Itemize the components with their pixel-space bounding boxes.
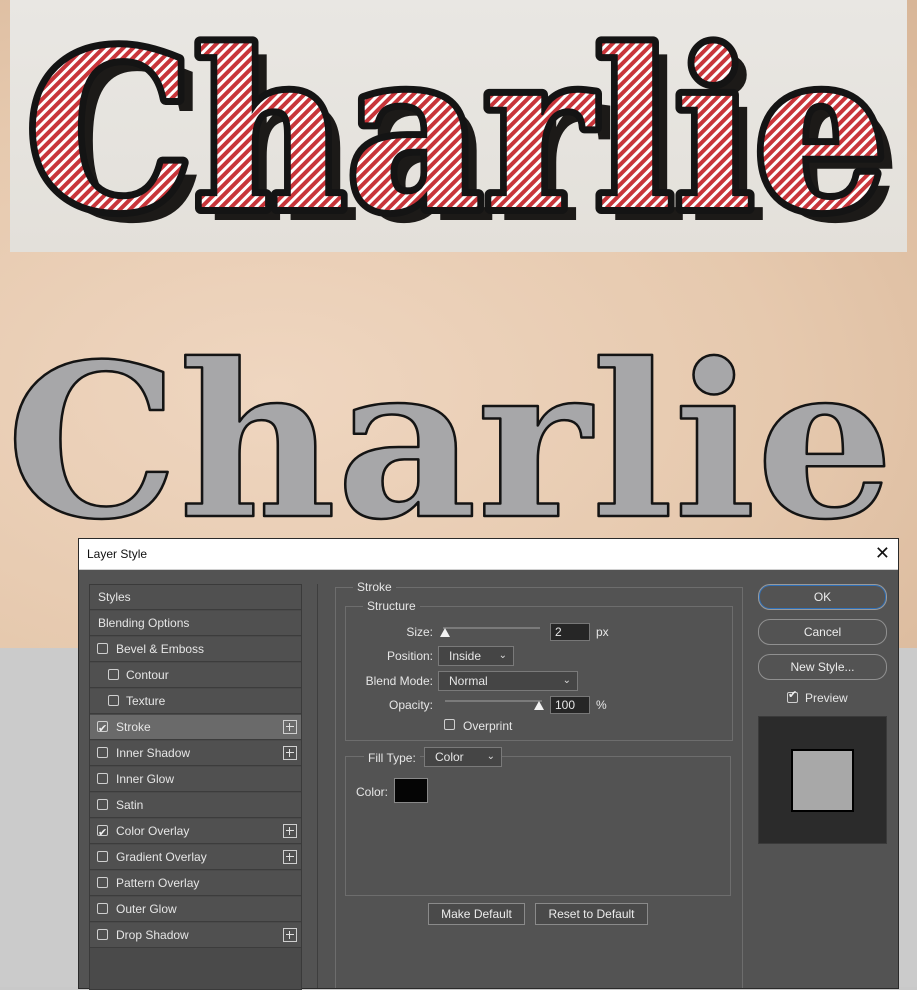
charlie-top-fill: Charlie <box>26 4 888 260</box>
style-item-label: Satin <box>116 798 144 812</box>
style-checkbox[interactable] <box>97 773 108 784</box>
make-default-button[interactable]: Make Default <box>428 903 525 925</box>
size-slider-track[interactable] <box>443 627 540 629</box>
opacity-slider-thumb[interactable] <box>534 701 544 710</box>
opacity-input[interactable]: 100 <box>550 696 590 714</box>
style-checkbox[interactable] <box>97 799 108 810</box>
stroke-section-title: Stroke <box>353 580 396 594</box>
fill-type-label: Fill Type: <box>364 751 420 765</box>
opacity-slider-track[interactable] <box>445 700 542 702</box>
charlie-bottom-text: Charlie <box>6 317 894 540</box>
style-item-texture[interactable]: Texture <box>90 689 301 714</box>
color-label: Color: <box>356 785 389 799</box>
cancel-button[interactable]: Cancel <box>758 619 887 645</box>
style-preview-swatch <box>791 749 854 812</box>
fill-type-group <box>345 756 731 896</box>
style-item-label: Stroke <box>116 720 151 734</box>
style-checkbox[interactable] <box>108 669 119 680</box>
style-item-pattern-overlay[interactable]: Pattern Overlay <box>90 871 301 896</box>
style-item-color-overlay[interactable]: Color Overlay <box>90 819 301 846</box>
reset-to-default-button[interactable]: Reset to Default <box>535 903 648 925</box>
chevron-down-icon: ⌄ <box>486 751 495 762</box>
style-checkbox[interactable] <box>97 903 108 914</box>
blend-mode-label: Blend Mode: <box>365 674 433 688</box>
ok-button[interactable]: OK <box>758 584 887 610</box>
style-item-label: Texture <box>126 694 166 708</box>
style-item-label: Bevel & Emboss <box>116 642 205 656</box>
style-item-label: Inner Shadow <box>116 746 191 760</box>
style-item-contour[interactable]: Contour <box>90 663 301 688</box>
style-checkbox[interactable] <box>108 695 119 706</box>
fill-type-select[interactable]: Color ⌄ <box>424 747 502 767</box>
structure-title: Structure <box>363 599 420 613</box>
add-effect-icon[interactable] <box>283 746 297 760</box>
dialog-titlebar: Layer Style ✕ <box>79 539 898 570</box>
style-item-stroke[interactable]: Stroke <box>90 715 301 742</box>
style-item-gradient-overlay[interactable]: Gradient Overlay <box>90 845 301 870</box>
size-input[interactable]: 2 <box>550 623 590 641</box>
style-preview-thumbnail <box>758 716 887 844</box>
styles-list: Styles Blending Options Bevel & Emboss Cont… <box>89 584 302 990</box>
overprint-checkbox[interactable] <box>444 719 455 730</box>
style-checkbox[interactable] <box>97 851 108 862</box>
style-item-drop-shadow[interactable]: Drop Shadow <box>90 923 301 948</box>
dialog-title: Layer Style <box>87 547 148 561</box>
chevron-down-icon: ⌄ <box>498 650 507 661</box>
add-effect-icon[interactable] <box>283 720 297 734</box>
position-value: Inside <box>449 649 482 663</box>
style-item-bevel-emboss[interactable]: Bevel & Emboss <box>90 637 301 662</box>
style-item-outer-glow[interactable]: Outer Glow <box>90 897 301 922</box>
fill-type-value: Color <box>435 750 464 764</box>
position-label: Position: <box>386 649 433 663</box>
layer-style-dialog: Layer Style ✕ Styles Blending Options Beve… <box>78 538 899 990</box>
style-checkbox[interactable] <box>97 643 108 654</box>
new-style-button[interactable]: New Style... <box>758 654 887 680</box>
blend-mode-value: Normal <box>449 674 488 688</box>
size-unit: px <box>596 625 609 639</box>
add-effect-icon[interactable] <box>283 824 297 838</box>
close-icon[interactable]: ✕ <box>875 543 890 563</box>
panel-divider <box>317 584 318 988</box>
style-item-label: Contour <box>126 668 169 682</box>
style-item-styles[interactable]: Styles <box>90 585 301 610</box>
preview-checkbox[interactable] <box>787 688 798 703</box>
style-checkbox[interactable] <box>97 747 108 758</box>
style-item-label: Styles <box>98 590 131 604</box>
style-item-label: Gradient Overlay <box>116 850 207 864</box>
style-item-label: Inner Glow <box>116 772 175 786</box>
style-item-inner-shadow[interactable]: Inner Shadow <box>90 741 301 766</box>
stroke-color-swatch[interactable] <box>394 778 428 803</box>
style-checkbox[interactable] <box>97 877 108 888</box>
chevron-down-icon: ⌄ <box>562 675 571 686</box>
style-item-label: Outer Glow <box>116 902 177 916</box>
blend-mode-select[interactable]: Normal ⌄ <box>438 671 578 691</box>
style-checkbox[interactable] <box>97 717 108 742</box>
style-item-label: Pattern Overlay <box>116 876 200 890</box>
size-label: Size: <box>406 625 433 639</box>
overprint-label: Overprint <box>463 719 513 733</box>
style-item-label: Color Overlay <box>116 824 190 838</box>
size-slider-thumb[interactable] <box>440 628 450 637</box>
style-item-satin[interactable]: Satin <box>90 793 301 818</box>
style-item-label: Blending Options <box>98 616 190 630</box>
style-item-blending-options[interactable]: Blending Options <box>90 611 301 636</box>
position-select[interactable]: Inside ⌄ <box>438 646 514 666</box>
opacity-label: Opacity: <box>388 698 433 712</box>
style-checkbox[interactable] <box>97 821 108 846</box>
preview-label: Preview <box>805 691 848 705</box>
style-item-inner-glow[interactable]: Inner Glow <box>90 767 301 792</box>
charlie-artwork: Charlie Charlie Charlie Charlie <box>5 0 902 540</box>
style-checkbox[interactable] <box>97 929 108 940</box>
add-effect-icon[interactable] <box>283 928 297 942</box>
opacity-unit: % <box>596 698 607 712</box>
style-item-label: Drop Shadow <box>116 928 189 942</box>
add-effect-icon[interactable] <box>283 850 297 864</box>
